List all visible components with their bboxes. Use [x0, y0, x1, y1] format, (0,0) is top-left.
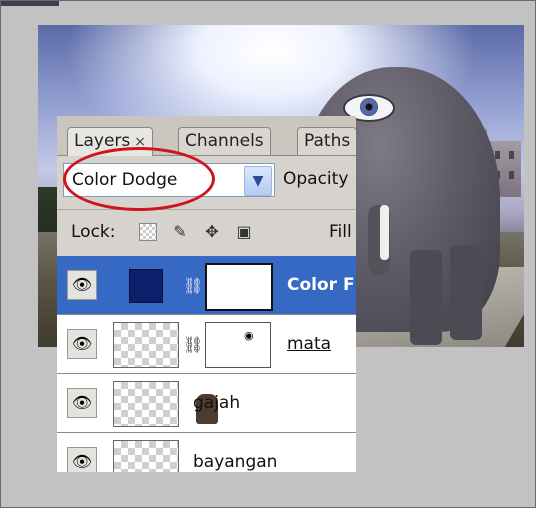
fill-label: Fill: [329, 222, 352, 242]
brush-lock-icon[interactable]: ✎: [171, 223, 189, 241]
layer-row-gajah[interactable]: 👁 gajah: [57, 374, 356, 433]
visibility-eye-icon[interactable]: 👁: [67, 329, 97, 359]
opacity-label: Opacity: [283, 169, 349, 189]
layer-name: gajah: [193, 393, 241, 413]
corner-tab: [1, 1, 59, 6]
tab-paths[interactable]: Paths: [297, 127, 356, 155]
lock-row: Lock: ✎ ✥ ▣ Fill: [57, 209, 356, 257]
visibility-eye-icon[interactable]: 👁: [67, 270, 97, 300]
layer-row-mata[interactable]: 👁 ⛓ ◉ mata: [57, 315, 356, 374]
layer-mask-thumbnail[interactable]: [205, 263, 273, 311]
layer-name: bayangan: [193, 452, 278, 472]
layer-mask-thumbnail[interactable]: ◉: [205, 322, 271, 368]
layer-row-bayangan[interactable]: 👁 bayangan: [57, 433, 356, 472]
color-fill-swatch: [129, 269, 163, 303]
layer-thumbnail: [113, 440, 179, 472]
eye-iris: [360, 98, 378, 116]
layer-thumbnail: [113, 381, 218, 427]
transparency-lock-icon[interactable]: [139, 223, 157, 241]
link-chain-icon[interactable]: ⛓: [183, 335, 203, 354]
mask-blob: ◉: [244, 329, 254, 342]
link-chain-icon[interactable]: ⛓: [183, 276, 203, 295]
elephant-tusk: [380, 205, 389, 260]
layer-thumbnail: [113, 322, 179, 368]
move-lock-icon[interactable]: ✥: [203, 223, 221, 241]
padlock-icon[interactable]: ▣: [235, 223, 253, 241]
visibility-eye-icon[interactable]: 👁: [67, 388, 97, 418]
highlight-ring: [63, 147, 215, 211]
layer-name: mata: [287, 334, 332, 354]
chevron-down-icon[interactable]: ▼: [244, 166, 272, 196]
elephant-leg: [410, 250, 442, 345]
tab-channels[interactable]: Channels: [178, 127, 271, 155]
lock-label: Lock:: [71, 222, 116, 242]
visibility-eye-icon[interactable]: 👁: [67, 447, 97, 472]
layer-row-color-fill[interactable]: 👁 ⛓ Color F: [57, 256, 356, 315]
screenshot-frame: Layers × Channels Paths Color Dodge ▼ Opa…: [0, 0, 536, 508]
layer-name: Color F: [287, 275, 355, 295]
elephant-leg: [450, 245, 482, 340]
